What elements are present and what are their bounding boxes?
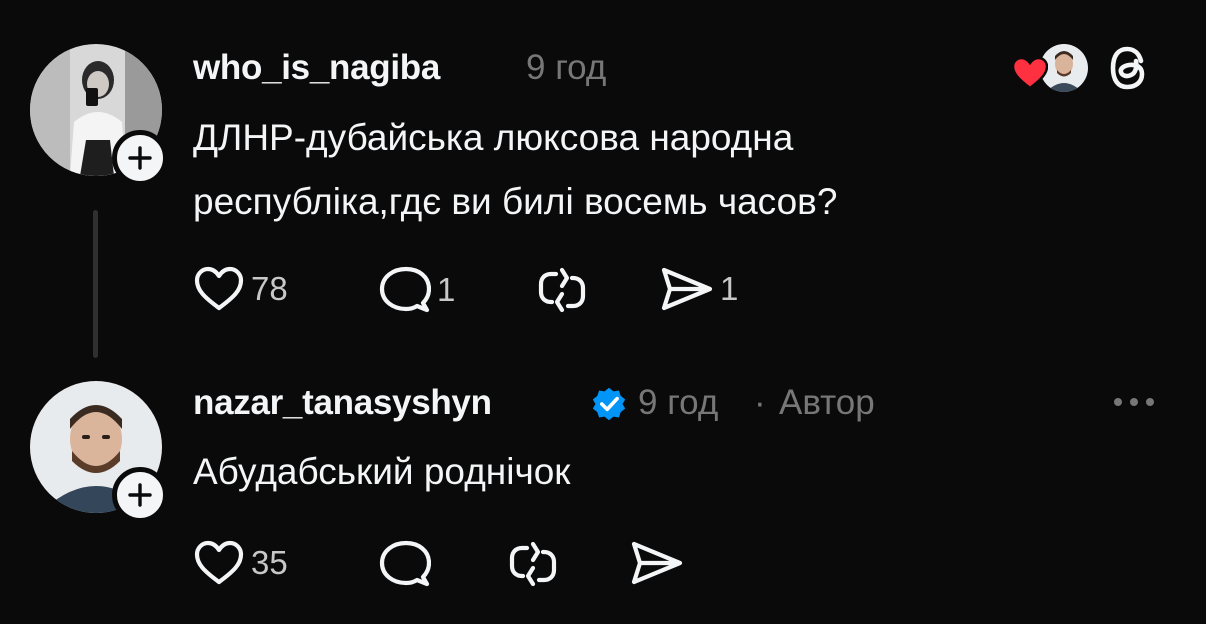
reply-button[interactable] — [379, 539, 437, 589]
post-text: Абудабський роднічок — [193, 440, 570, 504]
more-dot-icon — [1146, 398, 1154, 406]
repost-icon — [509, 541, 557, 587]
more-dot-icon — [1114, 398, 1122, 406]
thread-reply-post: nazar_tanasyshyn 9 год · Автор Абудабськ… — [0, 0, 1206, 624]
meta-separator: · — [754, 383, 766, 422]
heart-outline-icon — [194, 540, 244, 585]
like-count: 35 — [251, 544, 288, 581]
more-dot-icon — [1130, 398, 1138, 406]
username-link[interactable]: nazar_tanasyshyn — [193, 383, 492, 423]
author-label: Автор — [779, 383, 875, 422]
like-button[interactable]: 35 — [193, 539, 288, 587]
send-icon — [631, 541, 683, 585]
post-timestamp[interactable]: 9 год — [638, 383, 718, 423]
plus-icon — [128, 483, 152, 507]
post-text-line: Абудабський роднічок — [193, 451, 571, 492]
follow-button[interactable] — [112, 467, 168, 523]
more-options-button[interactable] — [1114, 398, 1154, 406]
comment-icon — [379, 540, 431, 587]
verified-badge-icon — [592, 387, 626, 421]
repost-button[interactable] — [507, 539, 565, 589]
share-button[interactable] — [630, 539, 690, 587]
